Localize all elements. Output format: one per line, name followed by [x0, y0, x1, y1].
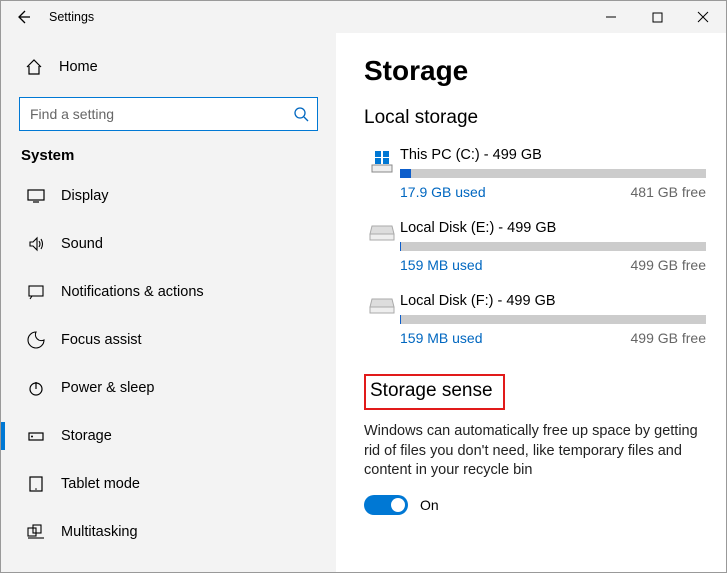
drive-free-label: 499 GB free — [631, 257, 707, 273]
drive-icon — [364, 220, 400, 273]
minimize-icon — [605, 11, 617, 23]
drive-free-label: 481 GB free — [631, 184, 707, 200]
drive-used-label: 159 MB used — [400, 330, 483, 346]
drive-item[interactable]: Local Disk (E:) - 499 GB 159 MB used 499 G… — [364, 220, 706, 273]
minimize-button[interactable] — [588, 1, 634, 33]
main-panel: Storage Local storage This PC (C:) - 499… — [336, 33, 726, 572]
nav-item-label: Sound — [61, 236, 103, 252]
focus-assist-icon — [25, 331, 47, 349]
storage-sense-toggle-row: On — [364, 495, 706, 515]
nav-item-label: Tablet mode — [61, 476, 140, 492]
maximize-button[interactable] — [634, 1, 680, 33]
drive-item[interactable]: This PC (C:) - 499 GB 17.9 GB used 481 GB … — [364, 147, 706, 200]
arrow-left-icon — [15, 9, 31, 25]
drive-title: Local Disk (F:) - 499 GB — [400, 293, 706, 309]
back-button[interactable] — [1, 1, 45, 33]
nav-item-label: Power & sleep — [61, 380, 155, 396]
nav-item-multitasking[interactable]: Multitasking — [1, 508, 336, 556]
nav-item-display[interactable]: Display — [1, 172, 336, 220]
nav-item-label: Storage — [61, 428, 112, 444]
tablet-icon — [25, 475, 47, 493]
search-input[interactable] — [30, 106, 293, 122]
storage-sense-description: Windows can automatically free up space … — [364, 422, 706, 481]
nav-item-tablet-mode[interactable]: Tablet mode — [1, 460, 336, 508]
drive-used-label: 17.9 GB used — [400, 184, 486, 200]
window-title: Settings — [45, 10, 94, 24]
home-icon — [25, 58, 49, 76]
sound-icon — [25, 235, 47, 253]
maximize-icon — [652, 12, 663, 23]
nav-item-focus-assist[interactable]: Focus assist — [1, 316, 336, 364]
nav-item-label: Notifications & actions — [61, 284, 204, 300]
drive-usage-bar — [400, 315, 706, 324]
page-title: Storage — [364, 55, 706, 87]
drive-used-label: 159 MB used — [400, 257, 483, 273]
display-icon — [25, 187, 47, 205]
local-storage-heading: Local storage — [364, 107, 706, 129]
storage-icon — [25, 427, 47, 445]
drive-usage-bar — [400, 242, 706, 251]
nav-item-power-sleep[interactable]: Power & sleep — [1, 364, 336, 412]
drive-usage-bar — [400, 169, 706, 178]
multitasking-icon — [25, 523, 47, 541]
nav-item-sound[interactable]: Sound — [1, 220, 336, 268]
power-icon — [25, 379, 47, 397]
drive-free-label: 499 GB free — [631, 330, 707, 346]
drive-title: Local Disk (E:) - 499 GB — [400, 220, 706, 236]
close-icon — [697, 11, 709, 23]
storage-sense-heading: Storage sense — [364, 374, 505, 410]
nav-item-label: Focus assist — [61, 332, 142, 348]
sidebar: Home System Display Sound Notifications … — [1, 33, 336, 572]
storage-sense-toggle[interactable] — [364, 495, 408, 515]
nav-item-label: Display — [61, 188, 109, 204]
nav-item-storage[interactable]: Storage — [1, 412, 336, 460]
search-box[interactable] — [19, 97, 318, 131]
notifications-icon — [25, 283, 47, 301]
drive-icon — [364, 293, 400, 346]
storage-sense-toggle-label: On — [420, 497, 439, 513]
drive-icon — [364, 147, 400, 200]
nav-category-label: System — [1, 147, 336, 164]
drive-item[interactable]: Local Disk (F:) - 499 GB 159 MB used 499 G… — [364, 293, 706, 346]
nav-item-notifications[interactable]: Notifications & actions — [1, 268, 336, 316]
nav-home[interactable]: Home — [1, 47, 336, 87]
nav-item-label: Multitasking — [61, 524, 138, 540]
nav-home-label: Home — [59, 59, 98, 75]
search-icon — [293, 106, 309, 122]
close-button[interactable] — [680, 1, 726, 33]
drive-title: This PC (C:) - 499 GB — [400, 147, 706, 163]
titlebar: Settings — [1, 1, 726, 33]
